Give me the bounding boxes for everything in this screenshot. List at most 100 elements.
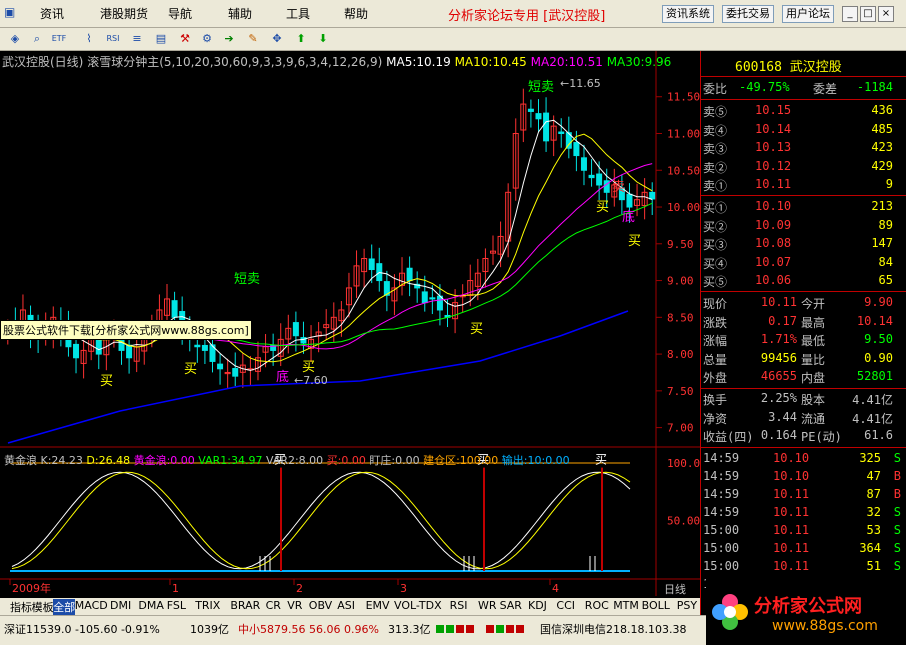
- tick-volume: 364: [859, 541, 881, 555]
- stat-row: 涨幅 1.71% 最低 9.50: [701, 332, 906, 351]
- tab-asi[interactable]: ASI: [337, 599, 355, 612]
- menu-assist[interactable]: 辅助: [228, 5, 252, 22]
- move-icon[interactable]: ✥: [268, 30, 286, 48]
- up-arrow-icon[interactable]: ⬆: [292, 30, 310, 48]
- menu-help[interactable]: 帮助: [344, 5, 368, 22]
- candlestick: [224, 358, 231, 388]
- ask-label: 卖④: [703, 123, 728, 138]
- stat-row: 总量 99456 量比 0.90: [701, 351, 906, 370]
- logo-url: www.88gs.com: [772, 618, 878, 634]
- weibi-row: 委比 -49.75% 委差 -1184: [701, 80, 906, 99]
- lower-y-tick-label: 100.0: [667, 457, 700, 470]
- tab-cci[interactable]: CCI: [556, 599, 575, 612]
- tab-rsi[interactable]: RSI: [450, 599, 468, 612]
- info-system-button[interactable]: 资讯系统: [662, 5, 714, 23]
- export-icon[interactable]: ⚙: [198, 30, 216, 48]
- y-tick-label: 7.00: [667, 422, 694, 435]
- stat-label-2: 量比: [801, 352, 826, 367]
- bag-icon[interactable]: ◈: [6, 30, 24, 48]
- chart-area[interactable]: 11.50 11.00 10.50 10.00 9.50 9.00 8.50 8.00 7.50…: [0, 51, 700, 615]
- y-tick-label: 10.50: [667, 164, 700, 177]
- chu-value: 盯庄:0.00: [369, 454, 420, 467]
- tab-trix[interactable]: TRIX: [195, 599, 220, 612]
- tab-cr[interactable]: CR: [266, 599, 281, 612]
- candlestick: [429, 285, 436, 315]
- sort-icon[interactable]: ≡: [128, 30, 146, 48]
- bid-price: 10.06: [755, 273, 792, 287]
- tab-指标[interactable]: 指标: [10, 599, 32, 615]
- down-arrow-icon[interactable]: ⬇: [314, 30, 332, 48]
- tab-sar[interactable]: SAR: [500, 599, 522, 612]
- tab-fsl[interactable]: FSL: [167, 599, 186, 612]
- import-icon[interactable]: ➔: [220, 30, 238, 48]
- tick-time: 15:00: [703, 541, 740, 555]
- tab-mtm[interactable]: MTM: [613, 599, 639, 612]
- etf-icon[interactable]: ETF: [50, 30, 68, 48]
- weibi-label: 委比: [703, 82, 728, 96]
- stat2-value: 0.164: [760, 428, 797, 442]
- candlestick: [641, 178, 648, 220]
- tick-volume: 53: [866, 523, 881, 537]
- menu-system-icon[interactable]: ▣: [4, 5, 15, 19]
- tab-roc[interactable]: ROC: [585, 599, 609, 612]
- lower-y-tick-label: 50.00: [667, 515, 700, 528]
- weicha-value: -1184: [856, 80, 893, 94]
- candlestick: [217, 353, 224, 385]
- stat-value-2: 52801: [856, 369, 893, 383]
- tab-boll[interactable]: BOLL: [642, 599, 670, 612]
- tick-volume: 87: [866, 487, 881, 501]
- tab-psy[interactable]: PSY: [677, 599, 697, 612]
- stat2-value-2: 4.41亿: [852, 411, 893, 426]
- tab-dmi[interactable]: DMI: [110, 599, 131, 612]
- candlestick: [126, 334, 133, 374]
- tick-price: 10.11: [773, 487, 810, 501]
- tab-brar[interactable]: BRAR: [230, 599, 260, 612]
- ask-price: 10.12: [755, 158, 792, 173]
- minimize-button[interactable]: _: [842, 6, 858, 22]
- candlestick: [558, 118, 565, 148]
- ask-row: 卖② 10.12 429: [701, 159, 906, 178]
- cart-icon[interactable]: ▤: [152, 30, 170, 48]
- tab-vr[interactable]: VR: [287, 599, 302, 612]
- bid-price: 10.08: [755, 236, 792, 250]
- app-window: ▣ 资讯 港股期货 导航 辅助 工具 帮助 分析家论坛专用 [武汉控股] 资讯系…: [0, 0, 906, 645]
- tick-price: 10.10: [773, 451, 810, 465]
- short-sell-label-2: 短卖: [234, 272, 260, 287]
- tab-全部[interactable]: 全部: [53, 599, 76, 615]
- menu-navigate[interactable]: 导航: [168, 5, 192, 22]
- tab-macd[interactable]: MACD: [75, 599, 108, 612]
- menu-info[interactable]: 资讯: [40, 5, 64, 22]
- ask-label: 卖②: [703, 160, 728, 175]
- zoom-icon[interactable]: ⌕: [28, 30, 46, 48]
- tab-kdj[interactable]: KDJ: [528, 599, 547, 612]
- period-label[interactable]: 日线: [664, 581, 686, 597]
- bid-price: 10.07: [755, 254, 792, 269]
- bid-label: 买④: [703, 256, 728, 271]
- maximize-button[interactable]: □: [860, 6, 876, 22]
- menu-hk-futures[interactable]: 港股期货: [100, 5, 148, 22]
- stat-value-2: 0.90: [864, 350, 893, 365]
- forum-button[interactable]: 用户论坛: [782, 5, 834, 23]
- x-tick-label: 3: [400, 582, 407, 595]
- chart-icon[interactable]: ⌇: [80, 30, 98, 48]
- menu-tools[interactable]: 工具: [286, 5, 310, 22]
- tick-price: 10.11: [773, 505, 810, 519]
- ask-volume: 9: [885, 177, 893, 191]
- tab-obv[interactable]: OBV: [309, 599, 332, 612]
- tools-icon[interactable]: ⚒: [176, 30, 194, 48]
- tab-dma[interactable]: DMA: [138, 599, 164, 612]
- tab-wr[interactable]: WR: [478, 599, 497, 612]
- candlestick: [376, 247, 383, 292]
- trade-button[interactable]: 委托交易: [722, 5, 774, 23]
- close-button[interactable]: ×: [878, 6, 894, 22]
- tab-vol-tdx[interactable]: VOL-TDX: [394, 599, 442, 612]
- rsi-icon[interactable]: RSI: [104, 30, 122, 48]
- bid-volume: 147: [871, 236, 893, 250]
- tab-emv[interactable]: EMV: [366, 599, 390, 612]
- buy-label-6: 买: [628, 234, 641, 249]
- y-tick-label: 10.00: [667, 201, 700, 214]
- ma20-label: MA20:10.51: [530, 55, 603, 69]
- tab-模板[interactable]: 模板: [32, 599, 54, 615]
- tick-time: 14:59: [703, 505, 740, 519]
- pen-icon[interactable]: ✎: [244, 30, 262, 48]
